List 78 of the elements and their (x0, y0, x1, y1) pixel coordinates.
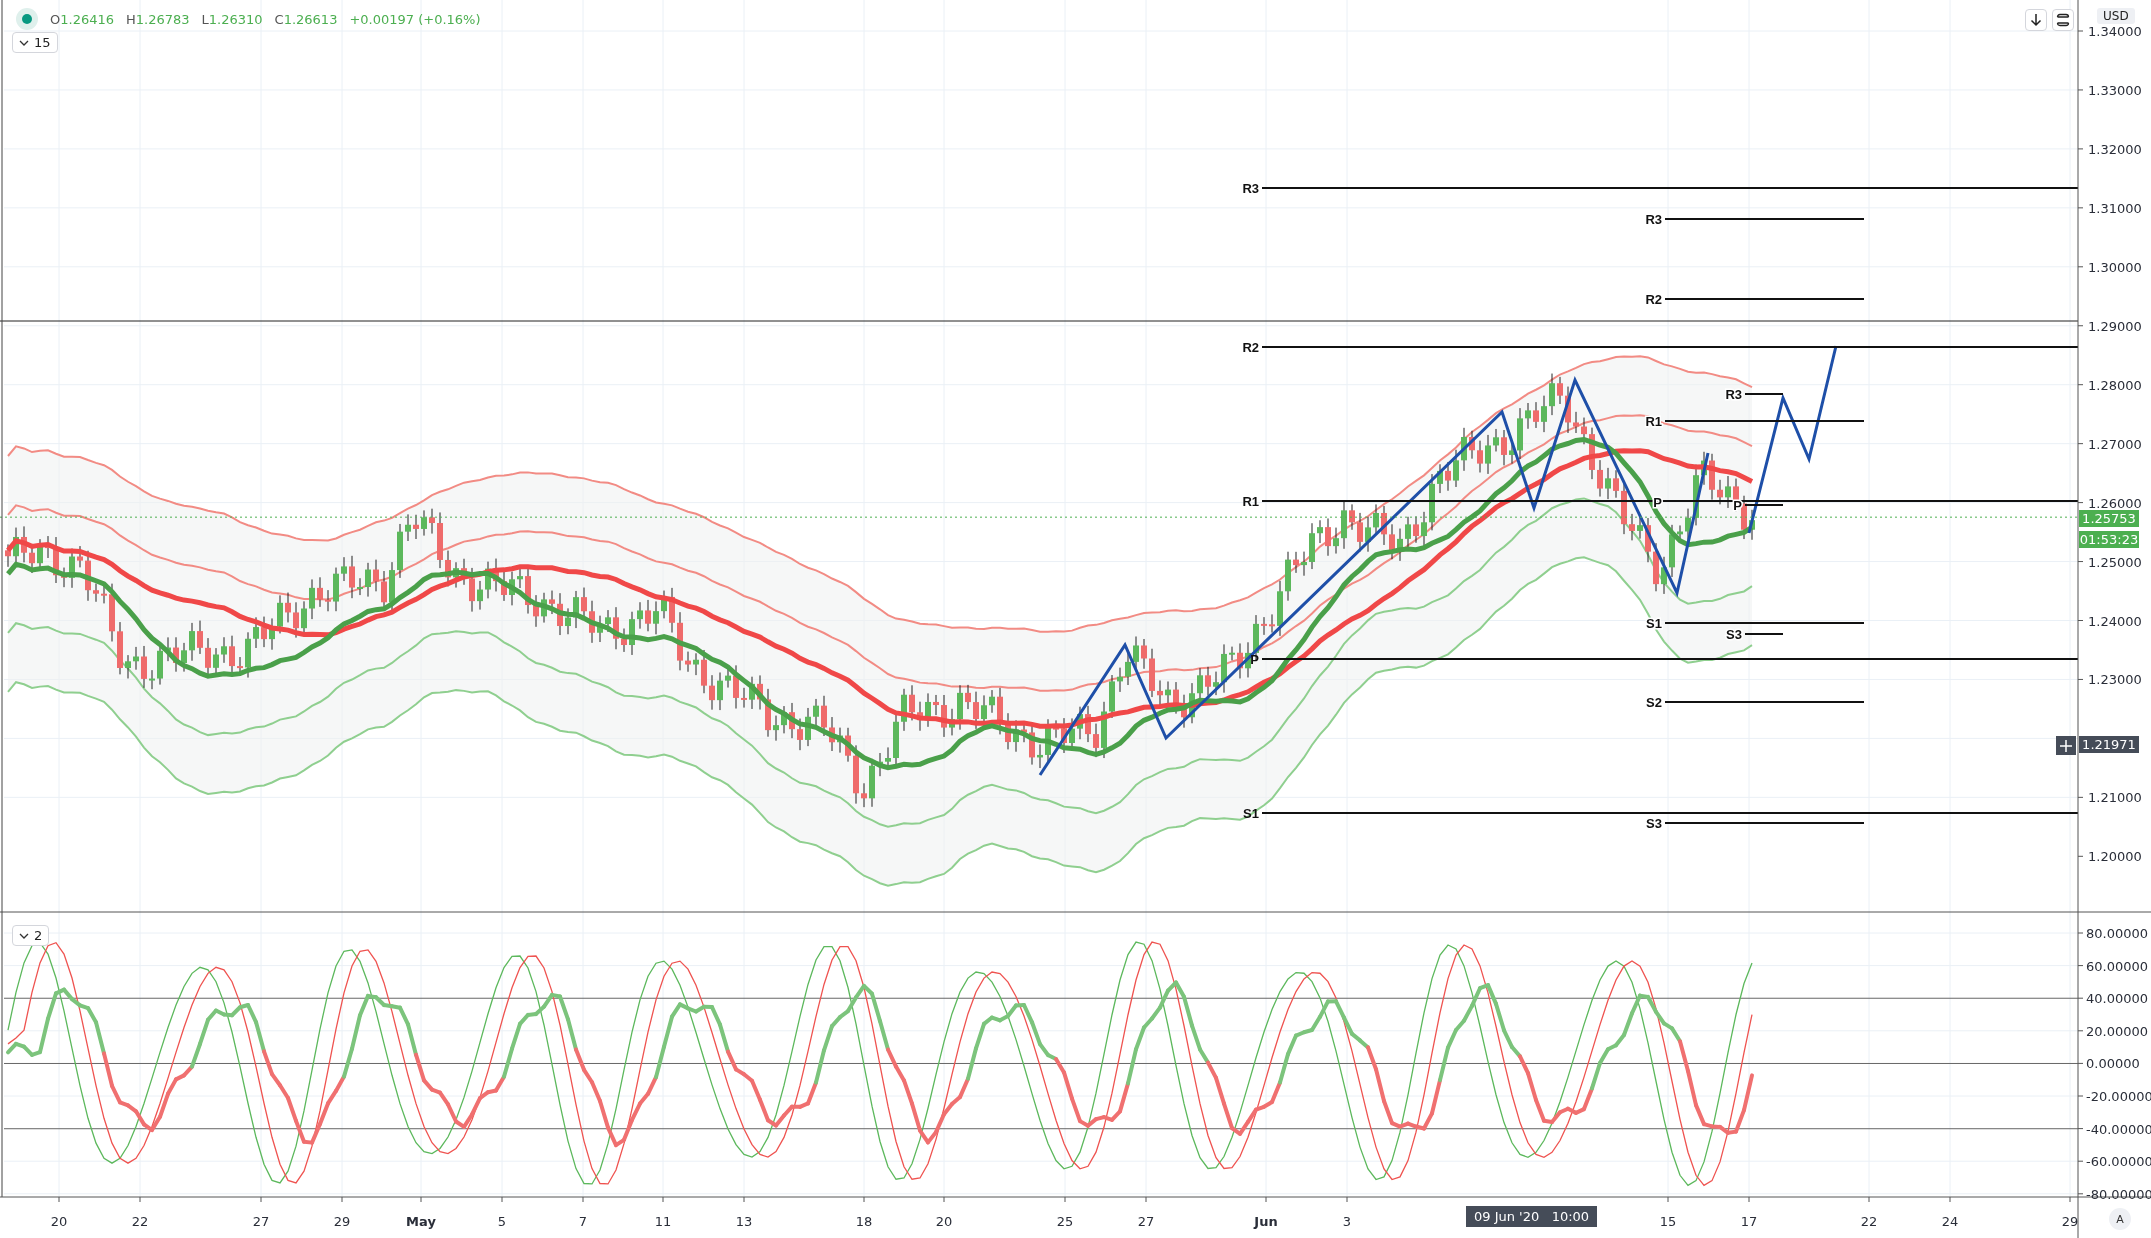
time-axis-label: 24 (1941, 1214, 1959, 1229)
pivot-label: R2 (1242, 340, 1259, 355)
time-axis-label: 29 (333, 1214, 351, 1229)
time-axis-label: 22 (131, 1214, 149, 1229)
trend-line-drawing[interactable] (1747, 345, 1838, 534)
collapse-button[interactable]: 15 (12, 32, 58, 53)
time-axis-label: 11 (654, 1214, 672, 1229)
oscillator-axis-label: -40.00000 (2086, 1121, 2151, 1137)
pivot-label: R3 (1242, 181, 1259, 196)
price-change: +0.00197 (+0.16%) (349, 11, 481, 27)
add-button[interactable] (2056, 736, 2076, 755)
price-axis-label: 1.27000 (2088, 436, 2142, 452)
oscillator-axis-label: -20.00000 (2086, 1089, 2151, 1104)
ohlc-value: L1.26310 (201, 11, 263, 27)
arrow-down-icon (2030, 13, 2042, 27)
time-axis-label: 3 (1342, 1214, 1352, 1229)
pivot-label: R1 (1645, 414, 1662, 429)
oscillator-axis-label: 0.00000 (2086, 1056, 2140, 1072)
time-axis-label: 27 (1137, 1214, 1155, 1229)
collapse-button[interactable]: 2 (12, 925, 50, 946)
time-axis-label: 25 (1056, 1214, 1074, 1229)
time-axis-label: 17 (1740, 1214, 1758, 1229)
trend-line-drawing[interactable] (1038, 375, 1710, 776)
time-axis-label: 13 (735, 1214, 753, 1229)
pivot-label: S1 (1646, 616, 1662, 631)
price-axis-label: 1.20000 (2088, 849, 2142, 865)
time-axis-label: 7 (578, 1214, 588, 1229)
oscillator-axis-label: -80.00000 (2086, 1186, 2151, 1202)
frame-icon (2056, 13, 2070, 27)
ohlc-value: C1.26613 (274, 11, 338, 27)
price-axis-label: 1.25000 (2088, 554, 2142, 570)
price-axis-label: 1.31000 (2088, 200, 2142, 216)
time-axis-label: 20 (935, 1214, 953, 1229)
oscillator-axis-label: 20.00000 (2086, 1023, 2149, 1039)
pivot-label: P (1250, 652, 1259, 667)
ohlc-value: O1.26416 (50, 11, 114, 27)
price-axis-label: 1.23000 (2088, 672, 2142, 688)
time-axis-label: 22 (1860, 1214, 1878, 1229)
pivot-label: S3 (1726, 627, 1742, 642)
pivot-label: R3 (1645, 212, 1662, 227)
currency-label: USD (2097, 8, 2135, 24)
price-axis-label: 1.29000 (2088, 318, 2142, 334)
price-axis-label: 1.34000 (2088, 24, 2142, 39)
oscillator-axis-label: 40.00000 (2086, 991, 2149, 1007)
maximize-button[interactable] (2052, 9, 2074, 31)
ohlc-value: H1.26783 (126, 11, 190, 27)
oscillator-axis-label: -60.00000 (2086, 1154, 2151, 1170)
crosshair-time-tag: 09 Jun '20 10:00 (1466, 1206, 1598, 1227)
time-axis-label: 27 (252, 1214, 270, 1229)
price-axis-label: 1.24000 (2088, 613, 2142, 629)
scroll-down-button[interactable] (2025, 9, 2047, 31)
crosshair-price-tag: 1.21971 (2079, 736, 2139, 753)
oscillator-axis-label: 60.00000 (2086, 958, 2149, 974)
time-axis-label: 18 (855, 1214, 873, 1229)
price-axis-label: 1.21000 (2088, 790, 2142, 806)
time-axis-label: 5 (497, 1214, 507, 1229)
pivot-label: S2 (1646, 695, 1662, 710)
plus-icon (2060, 739, 2072, 752)
price-axis-label: 1.26000 (2088, 495, 2142, 511)
pivot-label: R1 (1242, 494, 1259, 509)
pivot-label: S3 (1646, 816, 1662, 831)
chevron-down-icon (19, 39, 29, 46)
pivot-label: R3 (1725, 387, 1742, 402)
time-axis-label: Jun (1254, 1214, 1278, 1229)
price-axis-label: 1.33000 (2088, 82, 2142, 98)
time-axis-label: 29 (2061, 1214, 2079, 1229)
oscillator-axis-label: 80.00000 (2086, 926, 2149, 941)
price-axis-label: 1.28000 (2088, 377, 2142, 393)
countdown-tag: 01:53:23 (2079, 531, 2139, 548)
last-price-tag: 1.25753 (2079, 510, 2139, 527)
pivot-label: S1 (1243, 806, 1259, 821)
price-axis-label: 1.32000 (2088, 141, 2142, 157)
price-axis-label: 1.30000 (2088, 259, 2142, 275)
time-axis-label: 15 (1659, 1214, 1677, 1229)
time-axis-label: May (406, 1214, 436, 1229)
pivot-label: R2 (1645, 292, 1662, 307)
chevron-down-icon (19, 932, 29, 939)
time-axis-label: 20 (50, 1214, 68, 1229)
